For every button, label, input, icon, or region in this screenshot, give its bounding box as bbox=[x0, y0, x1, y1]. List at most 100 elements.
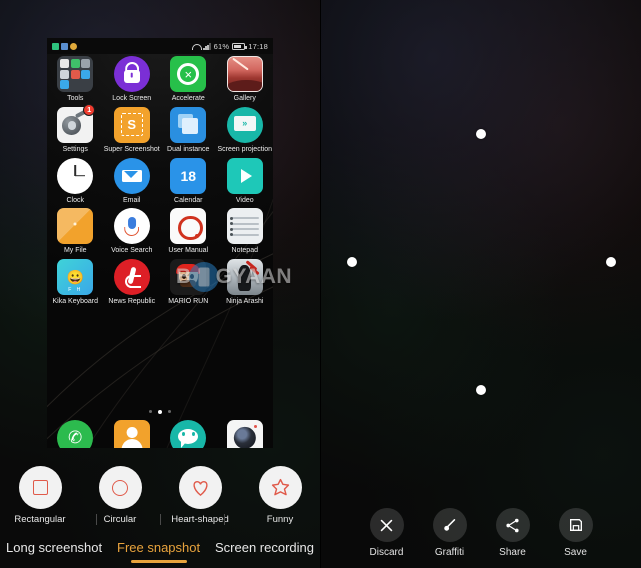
action-label: Save bbox=[564, 547, 587, 558]
page-dot[interactable] bbox=[168, 410, 171, 413]
notification-badge: 1 bbox=[83, 103, 96, 116]
wifi-icon bbox=[192, 43, 203, 50]
right-panel: 63% 17:35 Tools Lock Screen bbox=[321, 0, 641, 568]
app-settings[interactable]: 1 Settings bbox=[47, 103, 104, 154]
app-clock[interactable]: Clock bbox=[47, 157, 104, 205]
app-kika-keyboard[interactable]: 😀 F H Kika Keyboard bbox=[47, 259, 104, 306]
dual-instance-icon bbox=[170, 106, 207, 143]
tools-icon bbox=[57, 56, 94, 92]
bottom-handle[interactable] bbox=[476, 385, 486, 395]
app-calendar[interactable]: 18 Calendar bbox=[160, 157, 217, 205]
shape-heart[interactable]: Heart-shaped bbox=[160, 466, 240, 525]
close-icon bbox=[369, 508, 404, 542]
capture-mode-tabs: Long screenshot Free snapshot Screen rec… bbox=[0, 540, 320, 563]
app-accelerate[interactable]: Accelerate bbox=[160, 56, 217, 103]
shape-rectangular[interactable]: Rectangular bbox=[0, 466, 80, 525]
user-manual-icon bbox=[170, 208, 207, 245]
app-label: Kika Keyboard bbox=[52, 298, 99, 306]
page-indicator-dots bbox=[47, 410, 273, 414]
app-super-screenshot[interactable]: S Super Screenshot bbox=[104, 106, 161, 154]
app-label: Notepad bbox=[231, 247, 258, 255]
tab-screen-recording[interactable]: Screen recording bbox=[215, 540, 314, 563]
app-notepad[interactable]: Notepad bbox=[217, 208, 274, 255]
heart-shape-icon bbox=[178, 466, 222, 509]
dock-phone[interactable]: Phone bbox=[47, 420, 104, 448]
my-file-icon bbox=[57, 208, 94, 245]
battery-percent-label: 61% bbox=[213, 41, 230, 51]
dock-camera[interactable]: Camera bbox=[217, 420, 274, 448]
status-system-icons: 61% 17:18 bbox=[192, 42, 268, 51]
mario-run-icon bbox=[170, 259, 207, 296]
shape-label: Funny bbox=[266, 514, 294, 525]
app-label: My File bbox=[63, 247, 87, 255]
app-ninja-arashi[interactable]: Ninja Arashi bbox=[217, 259, 274, 306]
calendar-day-number: 18 bbox=[170, 157, 207, 194]
left-panel: 61% 17:18 Tools Lock Screen × Accelerate… bbox=[0, 0, 320, 568]
status-notification-icons bbox=[52, 42, 77, 50]
app-label: Screen projection bbox=[217, 145, 272, 153]
app-label: Accelerate bbox=[171, 95, 205, 102]
left-dock: Phone Contacts Messaging Camera bbox=[47, 420, 273, 448]
rectangle-shape-icon bbox=[18, 466, 62, 509]
lock-screen-icon bbox=[113, 56, 150, 92]
app-news-republic[interactable]: News Republic bbox=[104, 259, 161, 306]
action-discard[interactable]: Discard bbox=[355, 508, 418, 558]
app-gallery[interactable]: Gallery bbox=[217, 56, 274, 103]
super-screenshot-icon: S bbox=[113, 106, 150, 143]
action-graffiti[interactable]: Graffiti bbox=[418, 508, 481, 558]
right-handle[interactable] bbox=[606, 257, 616, 267]
app-screen-projection[interactable]: Screen projection bbox=[217, 106, 274, 154]
app-user-manual[interactable]: User Manual bbox=[160, 208, 217, 255]
left-status-bar: 61% 17:18 bbox=[47, 38, 273, 54]
page-dot-active[interactable] bbox=[158, 410, 162, 414]
app-label: Calendar bbox=[174, 196, 203, 204]
left-handle[interactable] bbox=[347, 257, 357, 267]
page-dot[interactable] bbox=[149, 410, 152, 413]
action-save[interactable]: Save bbox=[544, 508, 607, 558]
app-voice-search[interactable]: Voice Search bbox=[104, 208, 161, 255]
kika-keyboard-icon: 😀 F H bbox=[57, 259, 94, 296]
tool-separator bbox=[160, 514, 161, 525]
app-video[interactable]: Video bbox=[217, 157, 274, 205]
contacts-icon bbox=[113, 420, 150, 448]
gallery-icon bbox=[226, 56, 263, 92]
action-label: Share bbox=[499, 547, 526, 558]
tool-separator bbox=[224, 514, 225, 525]
camera-icon bbox=[226, 420, 263, 448]
top-handle[interactable] bbox=[476, 129, 486, 139]
shape-circular[interactable]: Circular bbox=[80, 466, 160, 525]
shape-label: Rectangular bbox=[14, 514, 66, 525]
app-tools[interactable]: Tools bbox=[47, 56, 104, 103]
app-lock-screen[interactable]: Lock Screen bbox=[104, 56, 161, 103]
dock-contacts[interactable]: Contacts bbox=[104, 420, 161, 448]
phone-icon bbox=[57, 420, 94, 448]
voice-search-icon bbox=[113, 208, 150, 245]
app-label: Email bbox=[122, 196, 141, 204]
circle-shape-icon bbox=[98, 466, 142, 509]
calendar-icon: 18 bbox=[170, 157, 207, 194]
app-dual-instance[interactable]: Dual instance bbox=[160, 106, 217, 154]
shape-funny[interactable]: Funny bbox=[240, 466, 320, 525]
tab-free-snapshot[interactable]: Free snapshot bbox=[117, 540, 200, 563]
star-shape-icon bbox=[258, 466, 302, 509]
app-label: Tools bbox=[67, 95, 84, 102]
tool-separator bbox=[96, 514, 97, 525]
video-icon bbox=[226, 157, 263, 194]
news-republic-icon bbox=[113, 259, 150, 296]
action-share[interactable]: Share bbox=[481, 508, 544, 558]
action-label: Discard bbox=[369, 547, 404, 558]
app-label: User Manual bbox=[168, 247, 209, 255]
messaging-icon bbox=[170, 420, 207, 448]
app-label: Gallery bbox=[233, 95, 256, 102]
app-mario-run[interactable]: MARIO RUN bbox=[160, 259, 217, 306]
email-icon bbox=[113, 157, 150, 194]
action-label: Graffiti bbox=[434, 547, 465, 558]
dock-messaging[interactable]: Messaging bbox=[160, 420, 217, 448]
app-email[interactable]: Email bbox=[104, 157, 161, 205]
tab-long-screenshot[interactable]: Long screenshot bbox=[6, 540, 102, 563]
notification-icon-orange bbox=[70, 42, 77, 50]
app-my-file[interactable]: My File bbox=[47, 208, 104, 255]
notepad-icon bbox=[226, 208, 263, 245]
app-label: Settings bbox=[62, 145, 88, 153]
panel-divider bbox=[320, 0, 321, 568]
